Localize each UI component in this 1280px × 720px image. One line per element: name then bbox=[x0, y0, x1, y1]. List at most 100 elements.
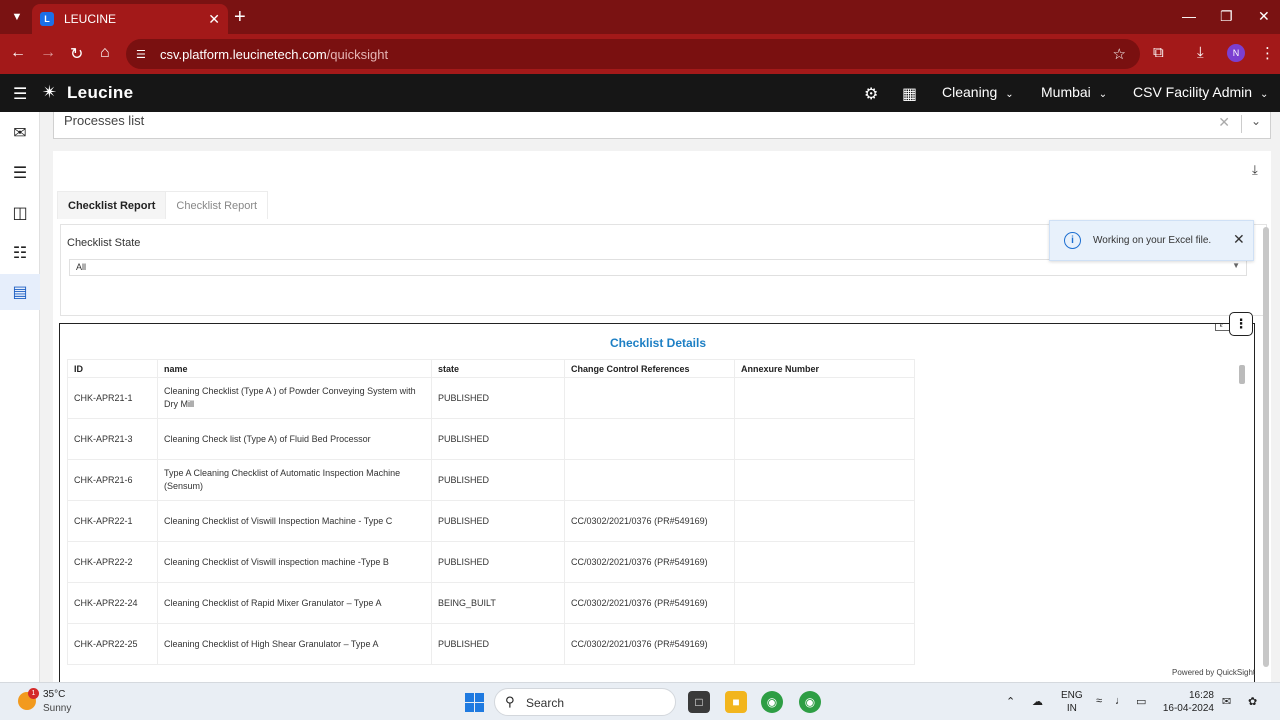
cell-change-control: CC/0302/2021/0376 (PR#549169) bbox=[564, 541, 735, 583]
checklist-details-visual: Checklist Details ID name state Change C… bbox=[59, 323, 1255, 682]
task-view-icon[interactable]: □ bbox=[688, 691, 710, 713]
column-header-name[interactable]: name bbox=[157, 359, 432, 378]
table-row[interactable]: CHK-APR21-3 Cleaning Check list (Type A)… bbox=[67, 418, 915, 460]
notification-bell-icon[interactable]: ✉ bbox=[1222, 695, 1231, 708]
column-header-state[interactable]: state bbox=[431, 359, 565, 378]
browser-toolbar: ← → ↻ ⌂ ☰ csv.platform.leucinetech.com/q… bbox=[0, 34, 1280, 74]
table-row[interactable]: CHK-APR22-1 Cleaning Checklist of Viswil… bbox=[67, 500, 915, 542]
search-label: Search bbox=[526, 696, 565, 710]
filter-label: Checklist State bbox=[67, 237, 141, 249]
chevron-down-icon[interactable]: ⌄ bbox=[1251, 114, 1261, 128]
address-bar[interactable]: ☰ csv.platform.leucinetech.com/quicksigh… bbox=[126, 39, 1140, 69]
column-header-annexure[interactable]: Annexure Number bbox=[734, 359, 915, 378]
system-clock[interactable]: 16:28 16-04-2024 bbox=[1162, 689, 1214, 715]
checklist-state-select[interactable]: All ▼ bbox=[69, 259, 1247, 276]
column-header-change-control[interactable]: Change Control References bbox=[564, 359, 735, 378]
page-scrollbar[interactable] bbox=[1263, 227, 1269, 667]
export-download-icon[interactable]: ⤓ bbox=[1252, 162, 1258, 178]
toast-close-icon[interactable]: ✕ bbox=[1233, 231, 1245, 248]
language-indicator[interactable]: ENG IN bbox=[1061, 689, 1083, 715]
visual-menu-kebab-icon[interactable]: ⋮ bbox=[1229, 312, 1253, 336]
reload-icon[interactable]: ↻ bbox=[70, 44, 83, 64]
onedrive-icon[interactable]: ☁ bbox=[1032, 695, 1043, 708]
home-icon[interactable]: ⌂ bbox=[100, 44, 110, 62]
facility-select[interactable]: Mumbai ⌄ bbox=[1041, 84, 1107, 100]
left-nav-rail: ✉ ☰ ◫ ☷ ▤ bbox=[0, 112, 40, 682]
file-explorer-icon[interactable]: ■ bbox=[725, 691, 747, 713]
tab-checklist-report-2[interactable]: Checklist Report bbox=[166, 191, 269, 219]
weather-desc[interactable]: Sunny bbox=[43, 703, 71, 714]
visual-scrollbar[interactable] bbox=[1239, 365, 1245, 384]
weather-temp[interactable]: 35°C bbox=[43, 689, 65, 700]
window-close-icon[interactable]: ✕ bbox=[1258, 8, 1270, 25]
scan-icon[interactable]: ▦ bbox=[902, 84, 917, 104]
new-tab-plus-icon[interactable]: + bbox=[234, 6, 246, 29]
minimize-icon[interactable]: — bbox=[1182, 8, 1196, 24]
back-icon[interactable]: ← bbox=[10, 44, 26, 62]
cell-id: CHK-APR21-3 bbox=[67, 418, 158, 460]
tab-search-chevron-down-icon[interactable]: ▼ bbox=[6, 7, 28, 27]
module-select[interactable]: Cleaning ⌄ bbox=[942, 84, 1014, 100]
kebab-icon[interactable]: ⋮ bbox=[1260, 44, 1275, 62]
cell-change-control: CC/0302/2021/0376 (PR#549169) bbox=[564, 582, 735, 624]
browser-tab-bar: ▼ L LEUCINE ✕ + — ❐ ✕ bbox=[0, 0, 1280, 34]
taskbar-search[interactable]: ⚲ Search bbox=[494, 688, 676, 716]
column-header-id[interactable]: ID bbox=[67, 359, 158, 378]
info-icon: i bbox=[1064, 232, 1081, 249]
cell-state: PUBLISHED bbox=[431, 377, 565, 419]
wifi-icon[interactable]: ≈ bbox=[1096, 695, 1102, 707]
inbox-icon[interactable]: ✉ bbox=[0, 115, 40, 151]
processes-select[interactable]: Processes list ✕ ⌄ bbox=[53, 112, 1271, 139]
cell-annexure bbox=[734, 418, 915, 460]
notification-badge: 1 bbox=[28, 688, 39, 699]
chrome-profile-icon[interactable]: ◉ bbox=[799, 691, 821, 713]
cell-annexure bbox=[734, 377, 915, 419]
table-row[interactable]: CHK-APR22-25 Cleaning Checklist of High … bbox=[67, 623, 915, 665]
speaker-icon[interactable]: ♩ bbox=[1115, 695, 1126, 707]
report-icon[interactable]: ▤ bbox=[0, 274, 40, 310]
process-icon[interactable]: ◫ bbox=[0, 195, 40, 231]
tab-checklist-report[interactable]: Checklist Report bbox=[57, 191, 167, 219]
restore-icon[interactable]: ❐ bbox=[1220, 8, 1233, 25]
cell-change-control: CC/0302/2021/0376 (PR#549169) bbox=[564, 500, 735, 542]
show-hidden-icons-chevron-up-icon[interactable]: ⌃ bbox=[1006, 695, 1015, 708]
tab-close-icon[interactable]: ✕ bbox=[208, 11, 220, 28]
copilot-icon[interactable]: ✿ bbox=[1248, 695, 1257, 708]
table-header-row: ID name state Change Control References … bbox=[67, 359, 915, 378]
url-text[interactable]: csv.platform.leucinetech.com/quicksight bbox=[160, 47, 388, 62]
browser-tab[interactable]: L LEUCINE ✕ bbox=[32, 4, 228, 34]
table-row[interactable]: CHK-APR22-24 Cleaning Checklist of Rapid… bbox=[67, 582, 915, 624]
cell-annexure bbox=[734, 459, 915, 501]
cell-name: Cleaning Check list (Type A) of Fluid Be… bbox=[157, 418, 432, 460]
cell-annexure bbox=[734, 623, 915, 665]
chevron-down-icon[interactable]: ▼ bbox=[1232, 261, 1240, 270]
battery-icon[interactable]: ▭ bbox=[1136, 695, 1146, 708]
checklist-table: ID name state Change Control References … bbox=[67, 359, 915, 665]
chrome-icon[interactable]: ◉ bbox=[761, 691, 783, 713]
org-tree-icon[interactable]: ☷ bbox=[0, 235, 40, 271]
visual-title: Checklist Details bbox=[609, 336, 707, 350]
tab-title: LEUCINE bbox=[64, 12, 117, 26]
checklist-icon[interactable]: ☰ bbox=[0, 155, 40, 191]
site-info-icon[interactable]: ☰ bbox=[136, 48, 160, 61]
profile-avatar[interactable]: N bbox=[1227, 44, 1245, 62]
toast-message: Working on your Excel file. bbox=[1093, 235, 1212, 246]
cell-state: PUBLISHED bbox=[431, 418, 565, 460]
extensions-icon[interactable]: ⧉ bbox=[1153, 44, 1164, 61]
table-row[interactable]: CHK-APR21-6 Type A Cleaning Checklist of… bbox=[67, 459, 915, 501]
cell-state: PUBLISHED bbox=[431, 623, 565, 665]
menu-icon[interactable]: ☰ bbox=[13, 84, 27, 104]
bookmark-star-icon[interactable]: ☆ bbox=[1113, 45, 1126, 63]
divider bbox=[1241, 115, 1242, 133]
download-icon[interactable]: ⤓ bbox=[1197, 44, 1204, 61]
windows-start-icon[interactable] bbox=[465, 693, 484, 712]
clear-icon[interactable]: ✕ bbox=[1218, 114, 1230, 131]
table-row[interactable]: CHK-APR22-2 Cleaning Checklist of Viswil… bbox=[67, 541, 915, 583]
role-select[interactable]: CSV Facility Admin ⌄ bbox=[1133, 84, 1268, 100]
table-row[interactable]: CHK-APR21-1 Cleaning Checklist (Type A )… bbox=[67, 377, 915, 419]
cell-id: CHK-APR21-6 bbox=[67, 459, 158, 501]
app-logo-text: Leucine bbox=[67, 83, 134, 102]
info-toast: i Working on your Excel file. ✕ bbox=[1049, 220, 1254, 261]
forward-icon[interactable]: → bbox=[40, 44, 56, 62]
gear-icon[interactable]: ⚙ bbox=[864, 84, 878, 104]
